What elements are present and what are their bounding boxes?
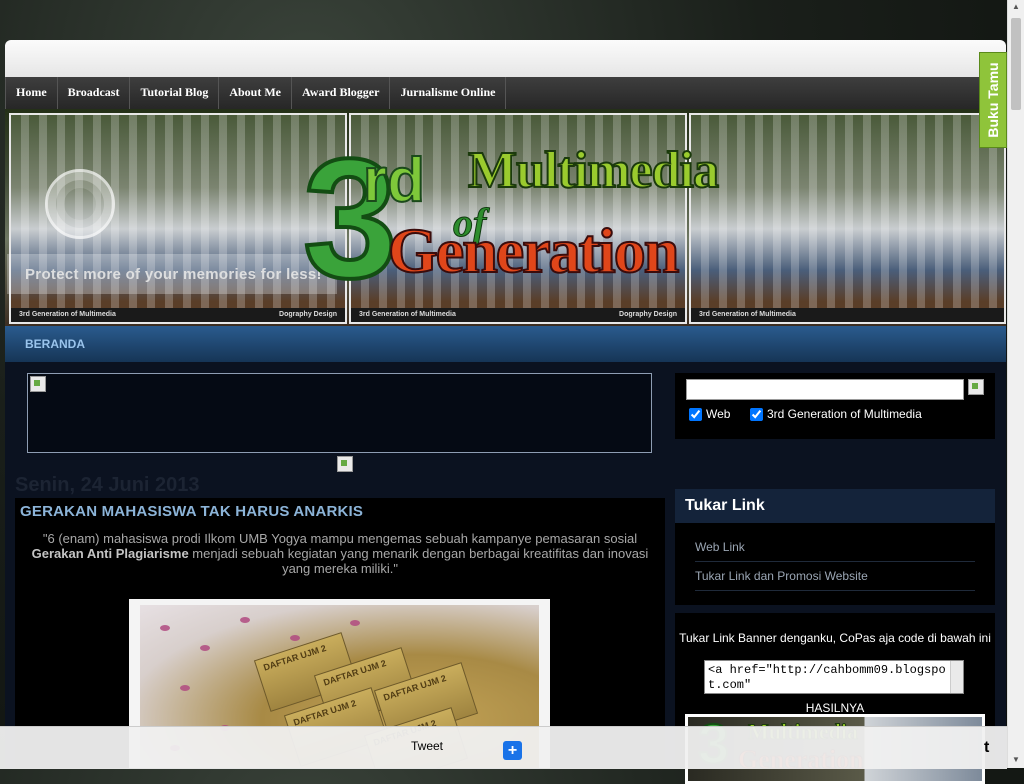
quote-text-end: menjadi sebuah kegiatan yang menarik den… [188,546,649,576]
photo-caption: 3rd Generation of Multimedia [691,308,1004,322]
sidebar: Web 3rd Generation of Multimedia Tukar L… [675,362,995,784]
nav-tutorial-blog[interactable]: Tutorial Blog [130,77,220,109]
top-navigation: Home Broadcast Tutorial Blog About Me Aw… [5,77,1006,109]
link-web-link[interactable]: Web Link [695,533,975,562]
result-label: HASILNYA [805,701,865,715]
broken-image-icon [30,376,46,392]
swirl-logo-icon [45,169,115,239]
search-button[interactable] [968,379,984,395]
textarea-scrollbar[interactable] [950,661,963,693]
nav-award-blogger[interactable]: Award Blogger [292,77,391,109]
tweet-button[interactable]: Tweet [411,739,443,753]
search-option-site[interactable]: 3rd Generation of Multimedia [750,407,922,421]
top-strip [5,40,1006,77]
scroll-thumb[interactable] [1011,18,1021,110]
petal [350,620,360,626]
main-column: Senin, 24 Juni 2013 GERAKAN MAHASISWA TA… [15,362,667,768]
date-header: Senin, 24 Juni 2013 [15,474,200,496]
tukar-link-widget: Tukar Link Web Link Tukar Link dan Promo… [675,489,995,605]
header-tagline: Protect more of your memories for less! [25,266,322,283]
post-title[interactable]: GERAKAN MAHASISWA TAK HARUS ANARKIS [20,503,363,520]
tumblr-icon[interactable]: t [984,739,989,757]
buku-tamu-label: Buku Tamu [985,62,1001,138]
logo-multimedia: Multimedia [467,141,720,200]
site-logo: 3 rd Multimedia of Generation [301,132,743,306]
banner-code-textarea[interactable]: <a href="http://cahbomm09.blogspot.com" [704,660,964,694]
petal [160,625,170,631]
buku-tamu-tab[interactable]: Buku Tamu [979,52,1007,148]
share-bar: Tweet + t [0,726,1007,769]
petal [240,617,250,623]
banner-instruction: Tukar Link Banner denganku, CoPas aja co… [679,631,991,645]
search-option-web[interactable]: Web [689,407,730,421]
logo-generation: Generation [387,214,680,287]
link-tukar-promosi[interactable]: Tukar Link dan Promosi Website [695,562,975,591]
share-plus-icon[interactable]: + [503,741,522,760]
web-checkbox[interactable] [689,407,702,421]
header-banner[interactable]: 3rd Generation of Multimedia Dography De… [5,109,1006,326]
quote-text-start: "6 (enam) mahasiswa prodi Ilkom UMB Yogy… [42,531,638,546]
scroll-up-icon[interactable]: ▲ [1012,2,1020,11]
content-area: Senin, 24 Juni 2013 GERAKAN MAHASISWA TA… [5,362,1006,784]
site-checkbox[interactable] [750,407,763,421]
subnav-beranda[interactable]: BERANDA [25,337,85,351]
logo-rd: rd [362,145,426,216]
broken-image-icon[interactable] [337,456,353,472]
nav-about-me[interactable]: About Me [219,77,293,109]
photo-caption: 3rd Generation of Multimedia Dography De… [11,308,345,322]
petal [180,685,190,691]
photo-caption: 3rd Generation of Multimedia Dography De… [351,308,685,322]
petal [290,635,300,641]
widget-title: Tukar Link [675,489,995,523]
ad-banner[interactable] [27,373,652,453]
petal [200,645,210,651]
quote-text-bold: Gerakan Anti Plagiarisme [31,546,189,561]
nav-broadcast[interactable]: Broadcast [58,77,131,109]
search-widget: Web 3rd Generation of Multimedia [675,373,995,439]
sub-navigation: BERANDA [5,326,1006,362]
page-container: Home Broadcast Tutorial Blog About Me Aw… [5,40,1006,784]
nav-jurnalisme-online[interactable]: Jurnalisme Online [390,77,507,109]
page-scrollbar[interactable]: ▲ ▼ [1007,0,1024,768]
search-input[interactable] [686,379,964,400]
post-quote: "6 (enam) mahasiswa prodi Ilkom UMB Yogy… [30,531,650,576]
nav-home[interactable]: Home [5,77,58,109]
scroll-down-icon[interactable]: ▼ [1012,755,1020,764]
